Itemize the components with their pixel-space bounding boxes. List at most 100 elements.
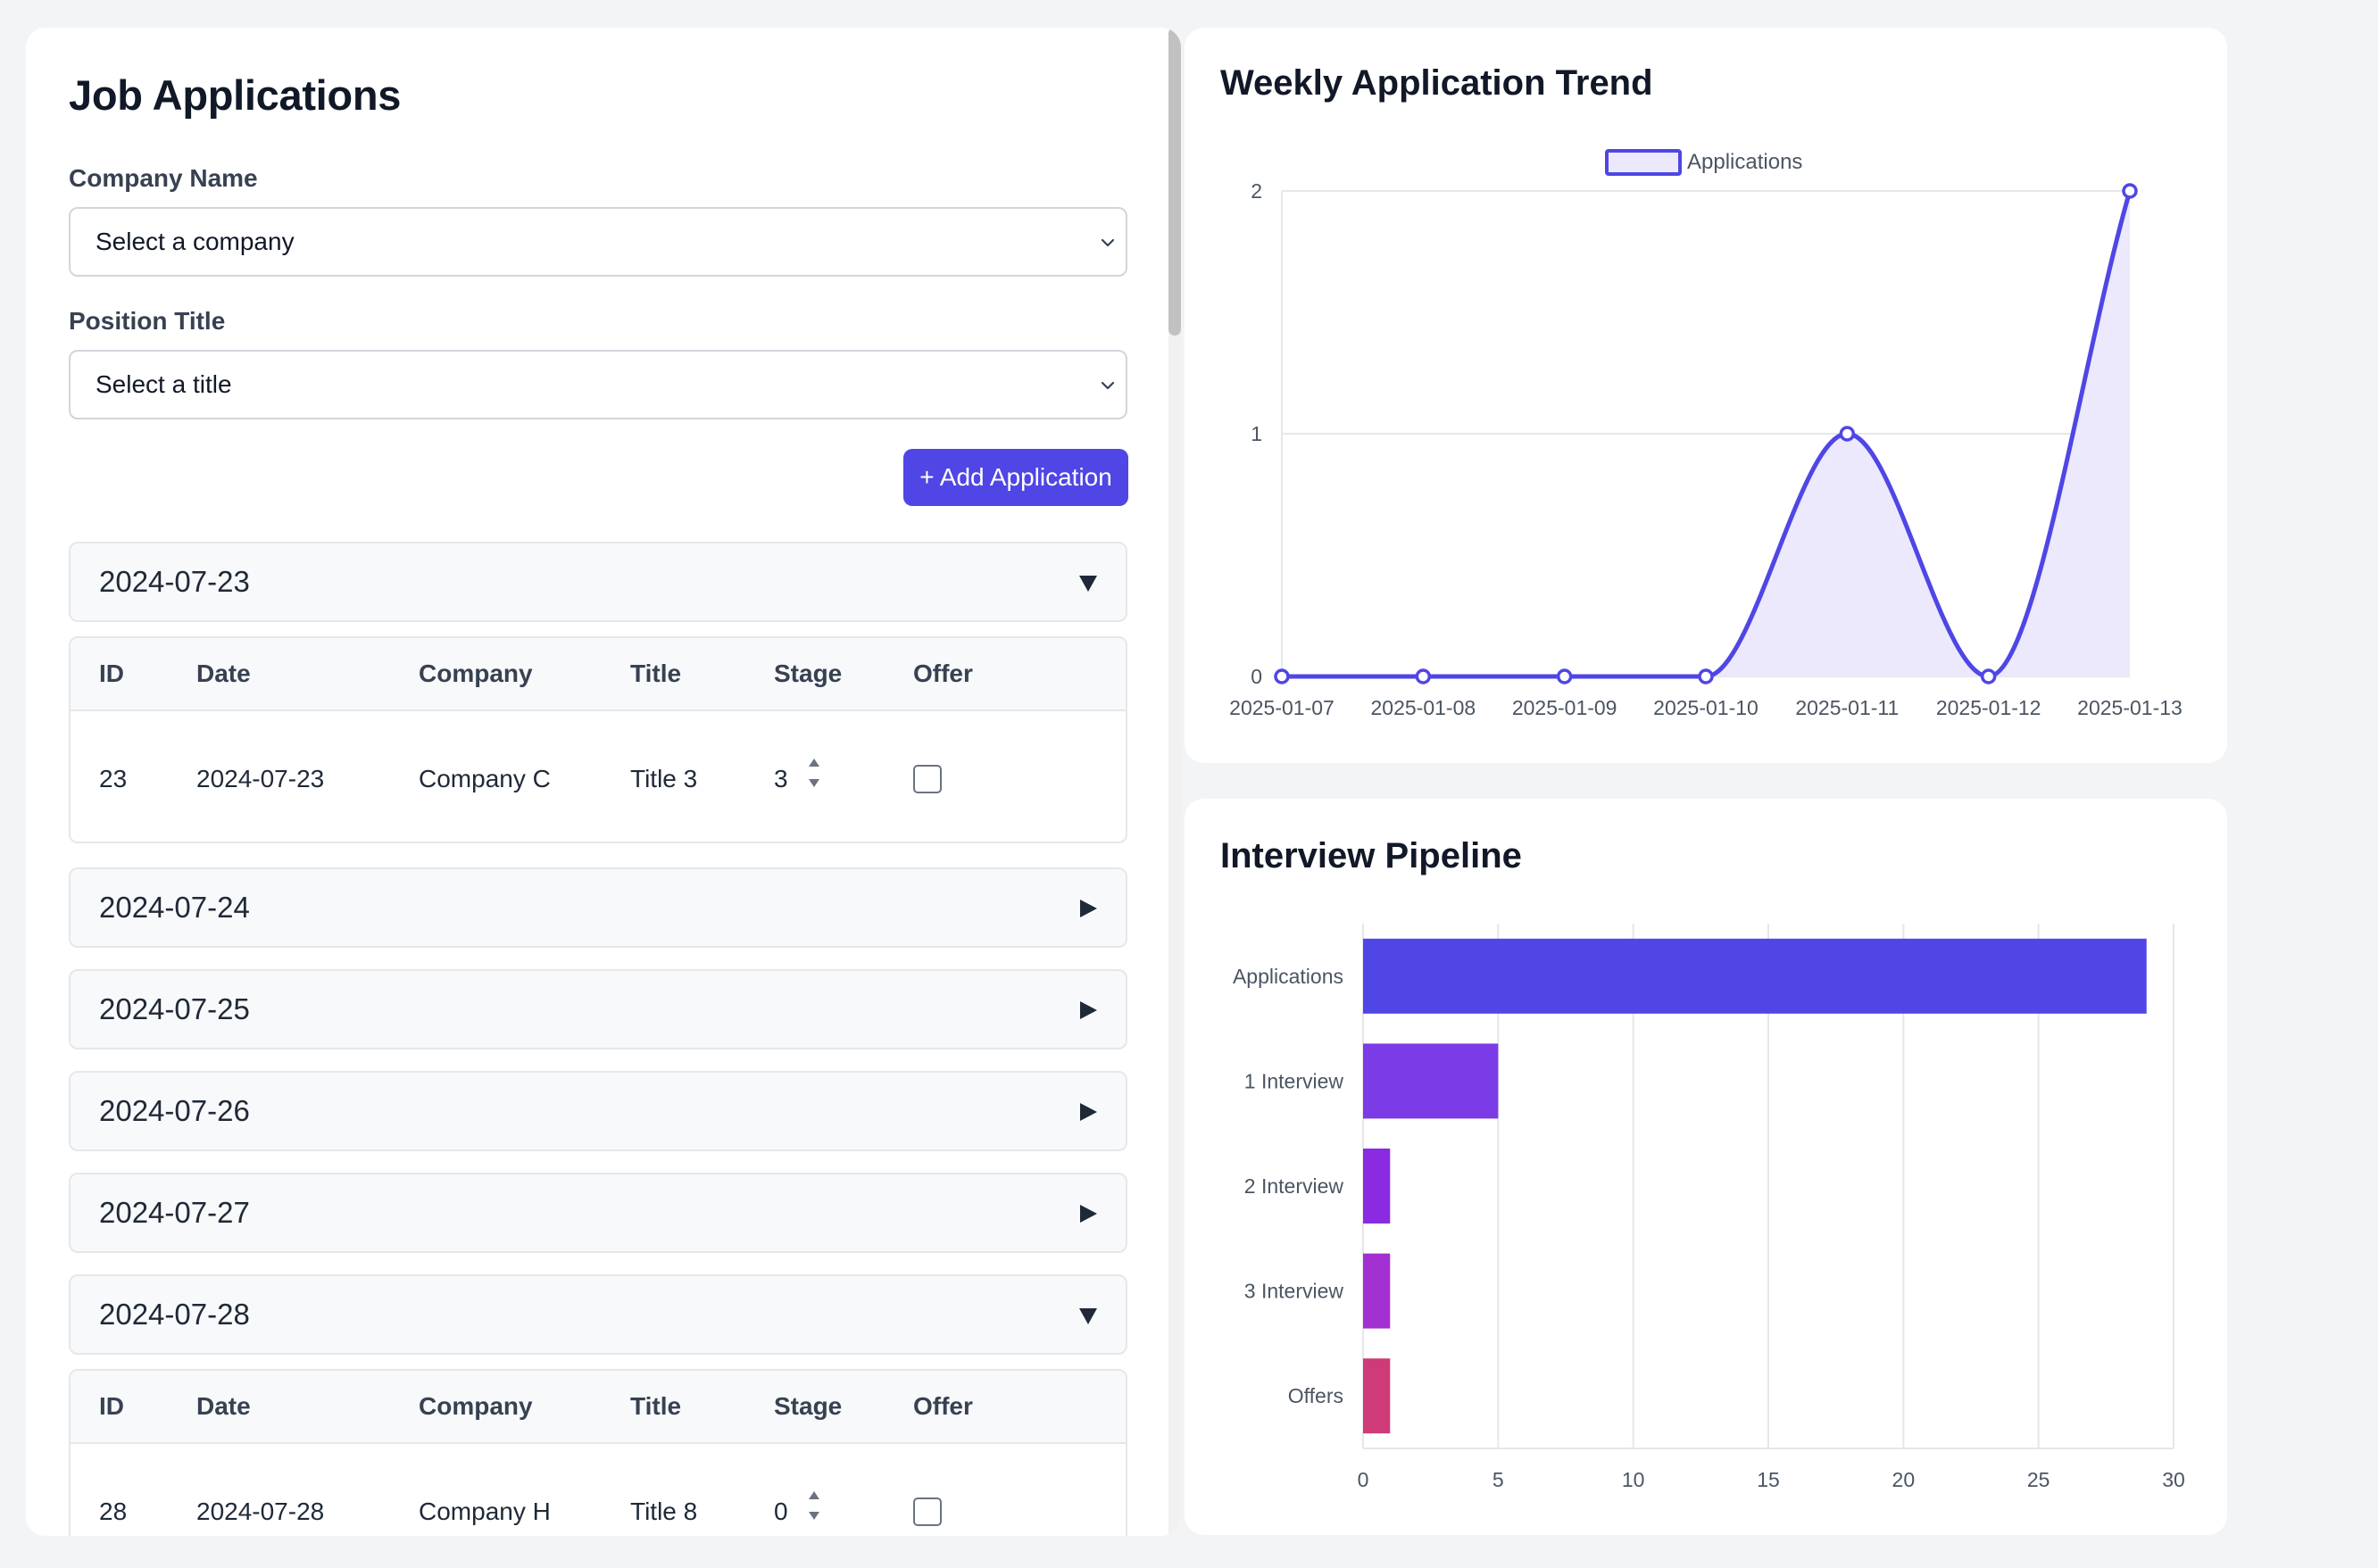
stage-input[interactable]: 3 [774,765,788,793]
weekly-trend-card: Weekly Application Trend 012 2025-01-07 2… [1185,28,2227,763]
y-tick-label: 1 [1251,422,1262,445]
trend-chart: 0 1 2 2025-01-07 2025-01-08 2025-01-09 2025-0… [1229,149,2183,719]
x-tick-label: 2025-01-12 [1936,696,2041,719]
x-tick-label: 10 [1622,1468,1645,1491]
column-header-date: Date [196,660,251,687]
offer-checkbox[interactable] [913,765,942,793]
x-tick-label: 2025-01-10 [1653,696,1759,719]
position-title-label: Position Title [69,307,226,335]
column-header-title: Title [630,1392,682,1420]
page-title: Job Applications [69,71,402,119]
position-title-select[interactable]: Select a title [69,350,1127,419]
cell-company: Company H [419,1497,551,1525]
data-point[interactable] [1698,668,1714,684]
bar[interactable] [1363,1043,1499,1119]
add-application-button[interactable]: + Add Application [903,449,1128,506]
applications-panel: Job Applications Company Name Select a c… [26,28,1181,1536]
cell-date: 2024-07-23 [196,765,325,792]
bar[interactable] [1363,938,2147,1014]
y-tick-label: 0 [1251,665,1262,688]
triangle-right-icon [1080,1001,1097,1019]
bar[interactable] [1363,1253,1391,1329]
company-select-value: Select a company [96,228,295,255]
column-header-offer: Offer [913,1392,973,1420]
date-group-label: 2024-07-28 [99,1298,250,1331]
cell-id: 28 [99,1497,128,1525]
column-header-offer: Offer [913,660,973,687]
y-tick-label: 2 [1251,179,1262,203]
company-select[interactable]: Select a company [69,207,1127,277]
date-group-label: 2024-07-23 [99,565,250,598]
column-header-company: Company [419,660,533,687]
x-tick-label: 2025-01-11 [1795,696,1899,719]
column-header-stage: Stage [774,1392,843,1420]
bar[interactable] [1363,1149,1391,1224]
pipeline-chart: Applications 1 Interview 2 Interview 3 Inte… [1233,924,2185,1491]
y-tick-label: Offers [1288,1384,1343,1407]
x-tick-label: 15 [1757,1468,1780,1491]
scrollbar-thumb[interactable] [1168,28,1181,336]
x-tick-label: 0 [1358,1468,1369,1491]
data-point[interactable] [1980,668,1997,684]
chevron-down-icon [1101,238,1115,247]
date-group-label: 2024-07-25 [99,992,250,1025]
date-group-header[interactable]: 2024-07-26 [69,1071,1127,1151]
x-tick-label: 2025-01-13 [2077,696,2183,719]
cell-title: Title 3 [630,765,698,792]
bar[interactable] [1363,1358,1391,1434]
triangle-down-icon [1079,1308,1097,1324]
x-tick-label: 20 [1892,1468,1916,1491]
stage-input[interactable]: 0 [774,1497,788,1526]
cell-id: 23 [99,765,128,792]
applications-table: ID Date Company Title Stage Offer 28 202… [69,1369,1127,1536]
company-name-label: Company Name [69,164,258,192]
date-group-header[interactable]: 2024-07-27 [69,1173,1127,1253]
date-group-header[interactable]: 2024-07-23 [69,542,1127,622]
triangle-right-icon [1080,1103,1097,1121]
scrollbar[interactable] [1168,28,1181,1536]
offer-checkbox[interactable] [913,1497,942,1526]
column-header-stage: Stage [774,660,843,687]
date-group-label: 2024-07-27 [99,1196,250,1229]
position-title-select-value: Select a title [96,370,232,398]
stepper-arrows-icon[interactable] [805,1485,823,1526]
table-header-row: ID Date Company Title Stage Offer [71,638,1126,711]
date-group-header[interactable]: 2024-07-25 [69,969,1127,1049]
column-header-title: Title [630,660,682,687]
cell-title: Title 8 [630,1497,698,1525]
cell-date: 2024-07-28 [196,1497,325,1525]
cell-company: Company C [419,765,551,792]
date-group-header[interactable]: 2024-07-28 [69,1274,1127,1355]
y-tick-label: 2 Interview [1244,1174,1344,1198]
date-group-label: 2024-07-24 [99,891,250,924]
data-point[interactable] [1274,668,1290,684]
x-tick-label: 2025-01-07 [1229,696,1335,719]
column-header-date: Date [196,1392,251,1420]
x-tick-label: 5 [1492,1468,1504,1491]
interview-pipeline-card: Interview Pipeline Applications 1 Intervi… [1185,799,2227,1535]
x-tick-label: 2025-01-09 [1512,696,1617,719]
stepper-arrows-icon[interactable] [805,752,823,793]
date-group-label: 2024-07-26 [99,1094,250,1127]
legend-label: Applications [1687,150,1802,174]
x-tick-label: 25 [2027,1468,2050,1491]
column-header-id: ID [99,1392,124,1420]
data-point[interactable] [1839,426,1856,442]
triangle-right-icon [1080,900,1097,917]
applications-table: ID Date Company Title Stage Offer 23 202… [69,636,1127,843]
column-header-id: ID [99,660,124,687]
y-tick-label: 1 Interview [1244,1069,1344,1092]
date-group-header[interactable]: 2024-07-24 [69,867,1127,948]
trend-legend[interactable]: Applications [1605,149,1802,176]
triangle-right-icon [1080,1205,1097,1223]
x-tick-label: 30 [2162,1468,2185,1491]
data-point[interactable] [1415,668,1432,684]
data-point[interactable] [2122,183,2138,199]
chevron-down-icon [1101,381,1115,390]
legend-swatch [1605,149,1682,176]
column-header-company: Company [419,1392,533,1420]
y-tick-label: 3 Interview [1244,1280,1344,1303]
data-point[interactable] [1556,668,1573,684]
x-tick-label: 2025-01-08 [1371,696,1476,719]
table-header-row: ID Date Company Title Stage Offer [71,1371,1126,1444]
